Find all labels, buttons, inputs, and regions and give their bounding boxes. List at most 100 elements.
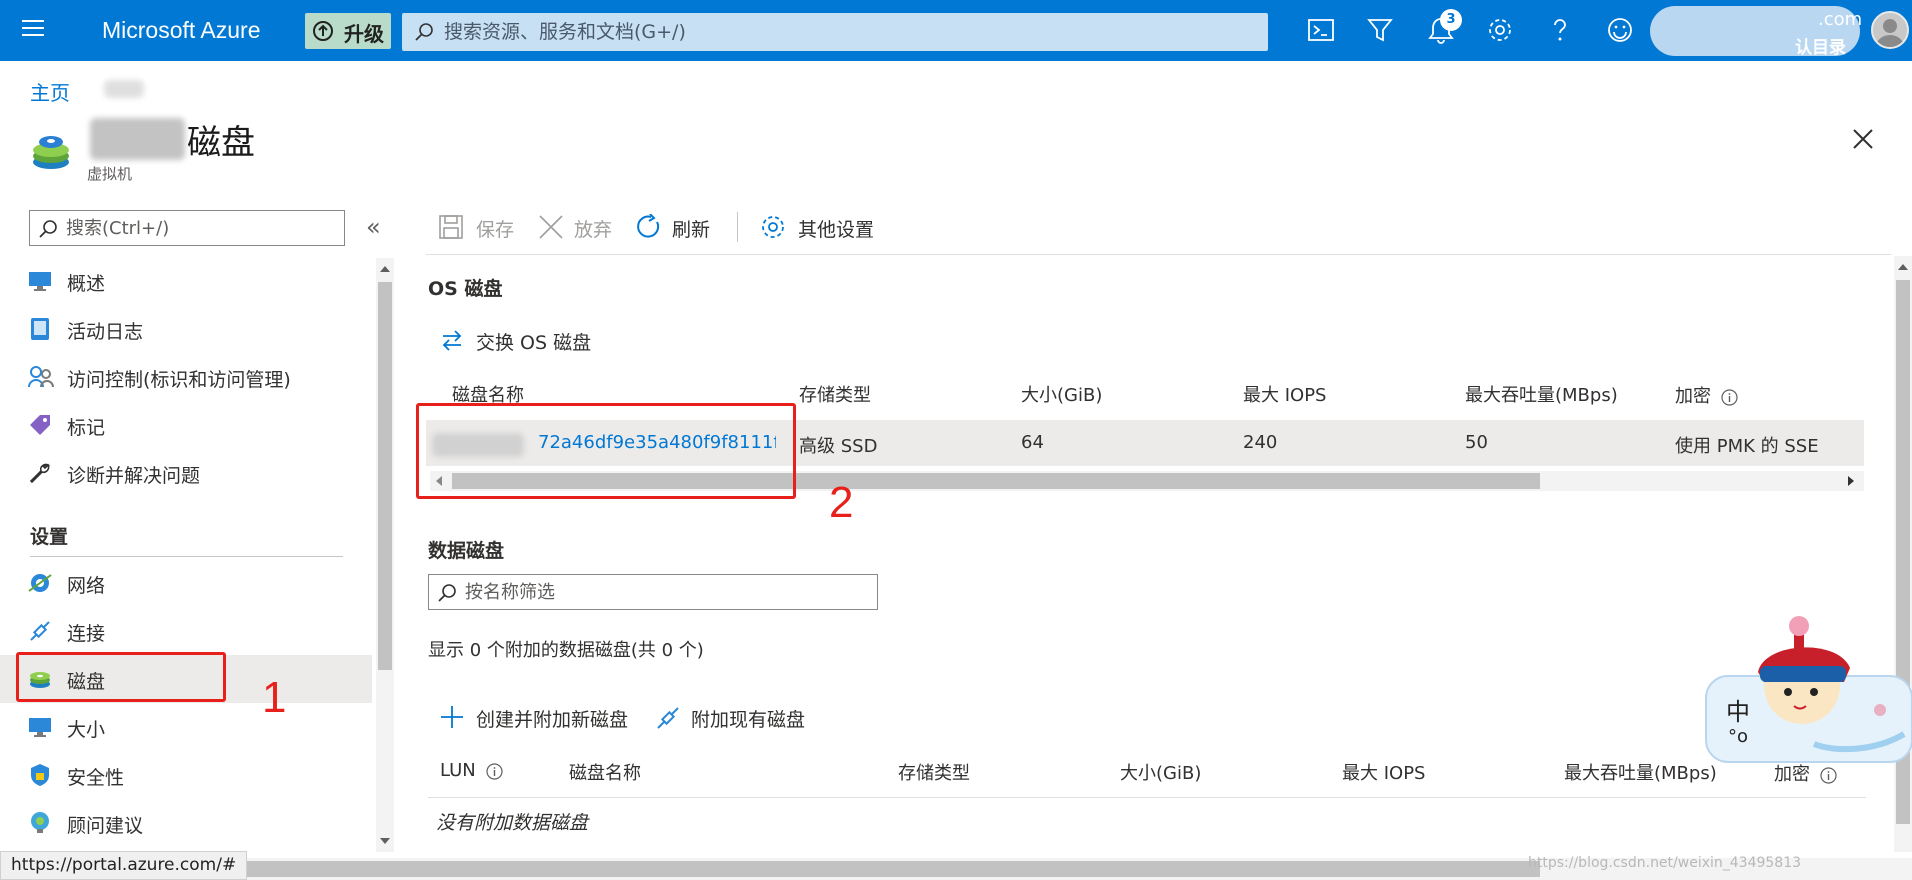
settings-gear-icon[interactable] xyxy=(1486,16,1516,46)
search-icon xyxy=(437,583,457,603)
column-header: 最大吞吐量(MBps) xyxy=(1564,763,1717,784)
annotation-box-os-disk-name xyxy=(416,403,796,499)
scroll-right-arrow-icon[interactable] xyxy=(1848,476,1854,486)
scroll-up-arrow-icon[interactable] xyxy=(380,266,390,272)
scroll-up-arrow-icon[interactable] xyxy=(1898,264,1908,270)
hamburger-menu-icon[interactable] xyxy=(22,18,46,38)
sidebar-item-security[interactable]: 安全性 xyxy=(0,751,372,799)
other-settings-label: 其他设置 xyxy=(798,219,875,241)
data-disk-filter-input[interactable] xyxy=(463,575,863,609)
upgrade-button[interactable]: 升级 xyxy=(305,13,391,49)
os-disk-heading: OS 磁盘 xyxy=(428,278,503,300)
sidebar-item-diagnose[interactable]: 诊断并解决问题 xyxy=(0,449,372,497)
sidebar-item-advisor[interactable]: 顾问建议 xyxy=(0,799,372,847)
people-icon xyxy=(28,365,54,389)
info-icon[interactable] xyxy=(485,762,503,780)
discard-button[interactable]: 放弃 xyxy=(538,212,618,242)
encryption-cell: 使用 PMK 的 SSE xyxy=(1675,436,1819,457)
search-icon xyxy=(414,22,434,42)
sidebar-item-overview[interactable]: 概述 xyxy=(0,257,372,305)
create-attach-label: 创建并附加新磁盘 xyxy=(476,709,629,731)
save-icon xyxy=(438,214,464,240)
sidebar-item-access-control[interactable]: 访问控制(标识和访问管理) xyxy=(0,353,372,401)
plus-icon xyxy=(440,705,464,729)
directory-filter-icon[interactable] xyxy=(1366,16,1396,46)
column-header-label: 加密 xyxy=(1774,764,1810,785)
sidebar-search-input[interactable] xyxy=(64,211,334,245)
refresh-icon xyxy=(636,214,662,240)
refresh-button[interactable]: 刷新 xyxy=(636,212,716,242)
disk-resource-icon xyxy=(31,128,75,172)
page-title: 磁盘 xyxy=(187,123,255,163)
sidebar-item-tags[interactable]: 标记 xyxy=(0,401,372,449)
advisor-icon xyxy=(28,811,52,835)
gear-icon xyxy=(760,214,786,240)
annotation-box-disks-nav xyxy=(16,652,226,702)
ime-mode-label: 中 xyxy=(1726,698,1750,726)
attach-existing-disk-button[interactable]: 附加现有磁盘 xyxy=(655,703,825,733)
upgrade-arrow-icon xyxy=(312,20,334,42)
feedback-smiley-icon[interactable] xyxy=(1606,16,1636,46)
sidebar-item-label: 顾问建议 xyxy=(67,815,144,837)
sidebar-scrollbar-thumb[interactable] xyxy=(378,282,392,670)
network-icon xyxy=(28,571,52,595)
column-header: 磁盘名称 xyxy=(569,763,641,784)
sidebar-item-label: 网络 xyxy=(67,575,106,597)
breadcrumb-home[interactable]: 主页 xyxy=(30,77,70,106)
scroll-down-arrow-icon[interactable] xyxy=(380,838,390,844)
column-header: 最大 IOPS xyxy=(1243,385,1327,406)
sidebar-item-size[interactable]: 大小 xyxy=(0,703,372,751)
account-directory[interactable]: 认目录 xyxy=(1795,33,1846,58)
sidebar-item-label: 安全性 xyxy=(67,767,125,789)
top-bar: Microsoft Azure 升级 3 .com 认目录 xyxy=(0,0,1912,61)
data-disk-filter[interactable] xyxy=(428,574,878,610)
save-button[interactable]: 保存 xyxy=(438,212,518,242)
connect-icon xyxy=(28,619,52,643)
collapse-sidebar-button[interactable]: « xyxy=(366,213,381,241)
close-icon xyxy=(538,214,564,240)
data-disk-count-text: 显示 0 个附加的数据磁盘(共 0 个) xyxy=(428,640,704,661)
create-attach-disk-button[interactable]: 创建并附加新磁盘 xyxy=(440,703,640,733)
column-header-label: LUN xyxy=(440,760,476,781)
sidebar-item-connect[interactable]: 连接 xyxy=(0,607,372,655)
column-header: 大小(GiB) xyxy=(1120,763,1202,784)
global-search-input[interactable] xyxy=(442,13,1242,51)
vm-name-redacted xyxy=(90,118,185,160)
breadcrumb-redacted xyxy=(104,80,144,98)
sidebar-scrollbar[interactable] xyxy=(376,258,394,852)
account-name[interactable]: .com xyxy=(1818,9,1862,30)
save-label: 保存 xyxy=(476,219,515,241)
avatar[interactable] xyxy=(1871,11,1909,49)
column-header: 存储类型 xyxy=(898,763,970,784)
divider xyxy=(30,556,343,557)
sidebar-search[interactable] xyxy=(29,210,345,246)
page-subtitle: 虚拟机 xyxy=(87,165,133,183)
monitor-icon xyxy=(28,269,52,293)
info-icon[interactable] xyxy=(1721,388,1738,406)
sidebar-item-network[interactable]: 网络 xyxy=(0,559,372,607)
data-disks-heading: 数据磁盘 xyxy=(428,540,505,562)
sidebar-item-label: 连接 xyxy=(67,623,106,645)
close-icon[interactable] xyxy=(1852,128,1874,150)
help-question-icon[interactable] xyxy=(1546,16,1576,46)
ime-mascot-widget[interactable]: 中 °o xyxy=(1704,614,1912,764)
status-url: https://portal.azure.com/# xyxy=(0,851,248,880)
monitor-icon xyxy=(28,715,52,739)
column-header: LUN xyxy=(440,760,503,781)
activity-log-icon xyxy=(28,317,52,341)
brand-title[interactable]: Microsoft Azure xyxy=(102,17,261,44)
other-settings-button[interactable]: 其他设置 xyxy=(760,212,890,242)
column-header: 加密 xyxy=(1675,382,1738,408)
global-search[interactable] xyxy=(402,13,1268,51)
page-scrollbar-thumb[interactable] xyxy=(246,861,1540,877)
wrench-icon xyxy=(28,461,52,485)
throughput-cell: 50 xyxy=(1465,432,1488,453)
sidebar-section-settings: 设置 xyxy=(30,526,69,548)
discard-label: 放弃 xyxy=(574,219,613,241)
cloud-shell-icon[interactable] xyxy=(1307,16,1337,46)
info-icon[interactable] xyxy=(1820,766,1837,784)
sidebar-item-activity-log[interactable]: 活动日志 xyxy=(0,305,372,353)
column-header: 最大吞吐量(MBps) xyxy=(1465,385,1618,406)
swap-os-disk-button[interactable]: 交换 OS 磁盘 xyxy=(440,326,600,356)
search-icon xyxy=(38,219,58,239)
